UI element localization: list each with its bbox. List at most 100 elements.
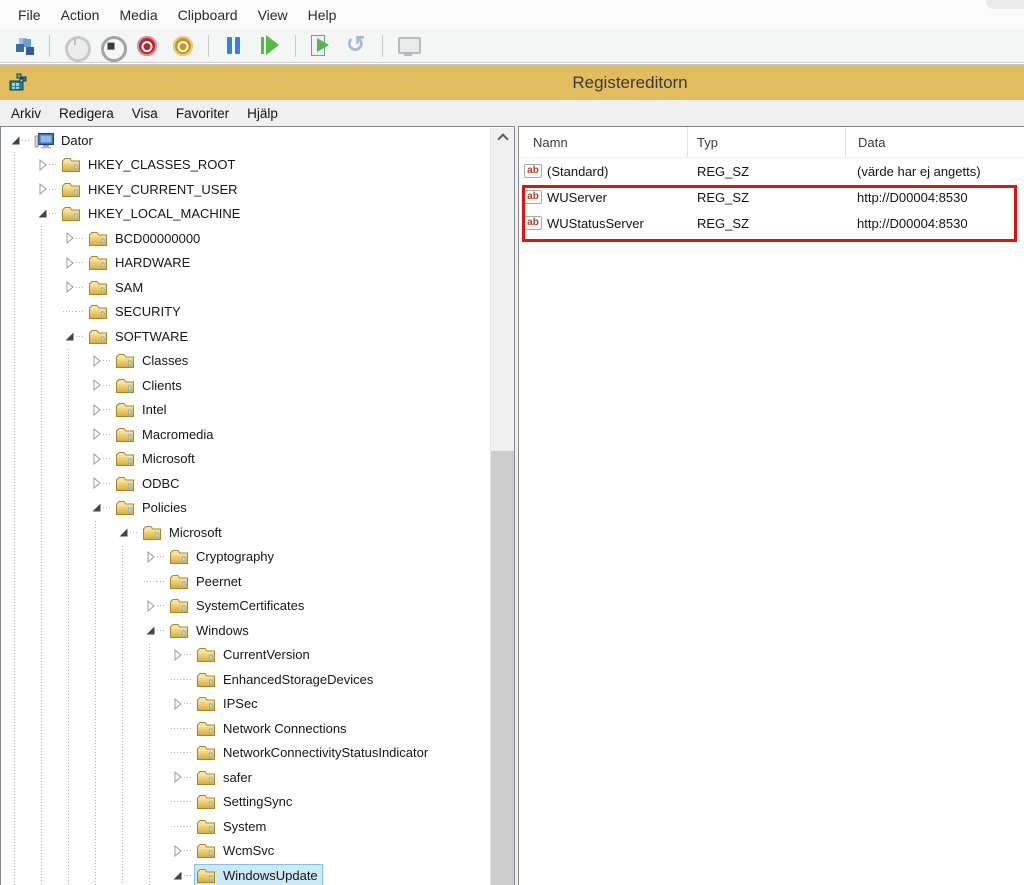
expander-icon[interactable] [171, 801, 184, 802]
turn-off-icon[interactable] [98, 34, 124, 58]
vm-menu-action[interactable]: Action [51, 7, 110, 23]
tree-item-currentversion[interactable]: CurrentVersion [1, 643, 489, 668]
shut-down-icon[interactable] [134, 34, 160, 58]
power-start-icon[interactable] [62, 34, 88, 58]
expander-icon[interactable] [144, 550, 157, 563]
tree-item-clients[interactable]: Clients [1, 373, 489, 398]
expander-icon[interactable] [144, 581, 157, 582]
regedit-menu-visa[interactable]: Visa [123, 106, 167, 121]
tree-item-security[interactable]: SECURITY [1, 300, 489, 325]
pause-icon[interactable] [221, 34, 247, 58]
vm-menu-view[interactable]: View [248, 7, 298, 23]
tree-item-microsoft[interactable]: Microsoft [1, 520, 489, 545]
tree-item-microsoft[interactable]: Microsoft [1, 447, 489, 472]
tree-item-enhancedstoragedevices[interactable]: EnhancedStorageDevices [1, 667, 489, 692]
expander-icon[interactable] [90, 477, 103, 490]
save-state-icon[interactable] [170, 34, 196, 58]
expander-icon[interactable] [36, 207, 49, 220]
tree-item-cryptography[interactable]: Cryptography [1, 545, 489, 570]
expander-icon[interactable] [171, 648, 184, 661]
expander-icon[interactable] [117, 526, 130, 539]
regedit-menu-favoriter[interactable]: Favoriter [167, 106, 238, 121]
column-header-namn[interactable]: Namn [519, 127, 688, 157]
expander-icon[interactable] [90, 379, 103, 392]
vm-menu-help[interactable]: Help [298, 7, 347, 23]
expander-icon[interactable] [171, 826, 184, 827]
tree-item-sam[interactable]: SAM [1, 275, 489, 300]
tree-item-systemcertificates[interactable]: SystemCertificates [1, 594, 489, 619]
tree-item-system[interactable]: System [1, 814, 489, 839]
expander-icon[interactable] [171, 869, 184, 882]
tree-item-macromedia[interactable]: Macromedia [1, 422, 489, 447]
expander-icon[interactable] [171, 697, 184, 710]
tree-item-peernet[interactable]: Peernet [1, 569, 489, 594]
tree-item-classes[interactable]: Classes [1, 349, 489, 374]
tree-item-hkey-local-machine[interactable]: HKEY_LOCAL_MACHINE [1, 202, 489, 227]
vm-menu-media[interactable]: Media [109, 7, 167, 23]
expander-icon[interactable] [36, 183, 49, 196]
scroll-up-button[interactable] [491, 128, 514, 148]
expander-icon[interactable] [90, 403, 103, 416]
regedit-menu-hj-lp[interactable]: Hjälp [238, 106, 287, 121]
regedit-menu-redigera[interactable]: Redigera [50, 106, 123, 121]
window-title: Registereditorn [572, 73, 687, 93]
tree-item-settingsync[interactable]: SettingSync [1, 790, 489, 815]
tree-item-hkey-classes-root[interactable]: HKEY_CLASSES_ROOT [1, 153, 489, 178]
tree-item-label: Windows [196, 623, 249, 638]
column-header-typ[interactable]: Typ [688, 127, 846, 157]
expander-icon[interactable] [90, 428, 103, 441]
regedit-menu-arkiv[interactable]: Arkiv [2, 106, 50, 121]
revert-icon[interactable] [344, 34, 370, 58]
regedit-titlebar[interactable]: Registereditorn [0, 65, 1024, 100]
expander-icon[interactable] [63, 232, 76, 245]
vm-menu-file[interactable]: File [8, 7, 51, 23]
tree-item-hkey-current-user[interactable]: HKEY_CURRENT_USER [1, 177, 489, 202]
tree-item-safer[interactable]: safer [1, 765, 489, 790]
tree-item-policies[interactable]: Policies [1, 496, 489, 521]
tree-connector [184, 801, 193, 802]
value-row-wuserver[interactable]: ab WUServer REG_SZ http://D00004:8530 [519, 184, 1024, 210]
value-row-wustatusserver[interactable]: ab WUStatusServer REG_SZ http://D00004:8… [519, 210, 1024, 236]
expander-icon[interactable] [171, 679, 184, 680]
tree-item-networkconnectivitystatusindicator[interactable]: NetworkConnectivityStatusIndicator [1, 741, 489, 766]
expander-icon[interactable] [171, 728, 184, 729]
expander-icon[interactable] [63, 256, 76, 269]
tree-item-network-connections[interactable]: Network Connections [1, 716, 489, 741]
tree-item-odbc[interactable]: ODBC [1, 471, 489, 496]
tree-item-label: EnhancedStorageDevices [223, 672, 373, 687]
value-row-standard[interactable]: ab (Standard) REG_SZ (värde har ej anget… [519, 158, 1024, 184]
tree-connector [76, 238, 85, 239]
expander-icon[interactable] [90, 501, 103, 514]
tree-item-bcd00000000[interactable]: BCD00000000 [1, 226, 489, 251]
checkpoint-icon[interactable] [308, 34, 334, 58]
tree-item-hardware[interactable]: HARDWARE [1, 251, 489, 276]
tree-item-software[interactable]: SOFTWARE [1, 324, 489, 349]
enhanced-session-icon[interactable] [395, 34, 421, 58]
resume-icon[interactable] [257, 34, 283, 58]
tree-item-dator[interactable]: Dator [1, 128, 489, 153]
tree-item-wcmsvc[interactable]: WcmSvc [1, 839, 489, 864]
tree-item-windowsupdate[interactable]: WindowsUpdate [1, 863, 489, 885]
tree-item-windows[interactable]: Windows [1, 618, 489, 643]
expander-icon[interactable] [36, 158, 49, 171]
tree-scrollbar[interactable] [490, 128, 514, 885]
expander-icon[interactable] [63, 330, 76, 343]
expander-icon[interactable] [144, 599, 157, 612]
scrollbar-thumb[interactable] [491, 451, 514, 885]
expander-icon[interactable] [171, 844, 184, 857]
expander-icon[interactable] [171, 771, 184, 784]
expander-icon[interactable] [63, 311, 76, 312]
column-header-data[interactable]: Data [846, 127, 1024, 157]
expander-icon[interactable] [144, 624, 157, 637]
expander-icon[interactable] [63, 281, 76, 294]
ctrl-alt-del-icon[interactable] [11, 34, 37, 58]
tree-item-intel[interactable]: Intel [1, 398, 489, 423]
expander-icon[interactable] [171, 752, 184, 753]
registry-key-icon [115, 352, 136, 369]
vm-menu-clipboard[interactable]: Clipboard [168, 7, 248, 23]
expander-icon[interactable] [90, 452, 103, 465]
tree-item-ipsec[interactable]: IPSec [1, 692, 489, 717]
expander-icon[interactable] [9, 134, 22, 147]
tree-item-label: Dator [61, 133, 93, 148]
expander-icon[interactable] [90, 354, 103, 367]
